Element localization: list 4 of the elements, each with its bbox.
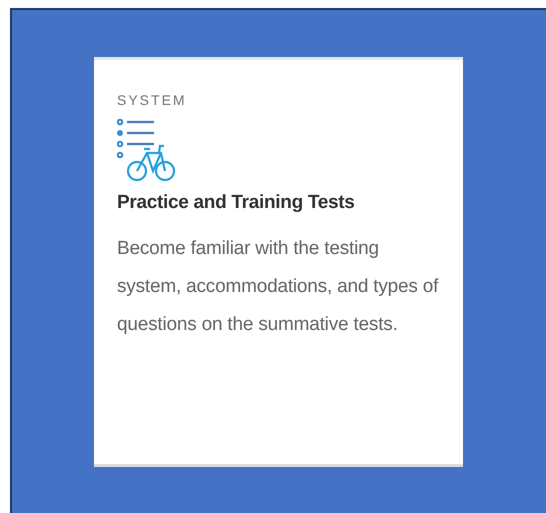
card-title: Practice and Training Tests (117, 192, 356, 214)
card-description: Become familiar with the testing system, accommodations, and types of questions on the summative tests. (117, 237, 440, 337)
list-bicycle-icon (117, 118, 177, 182)
card-category: SYSTEM (117, 92, 188, 108)
